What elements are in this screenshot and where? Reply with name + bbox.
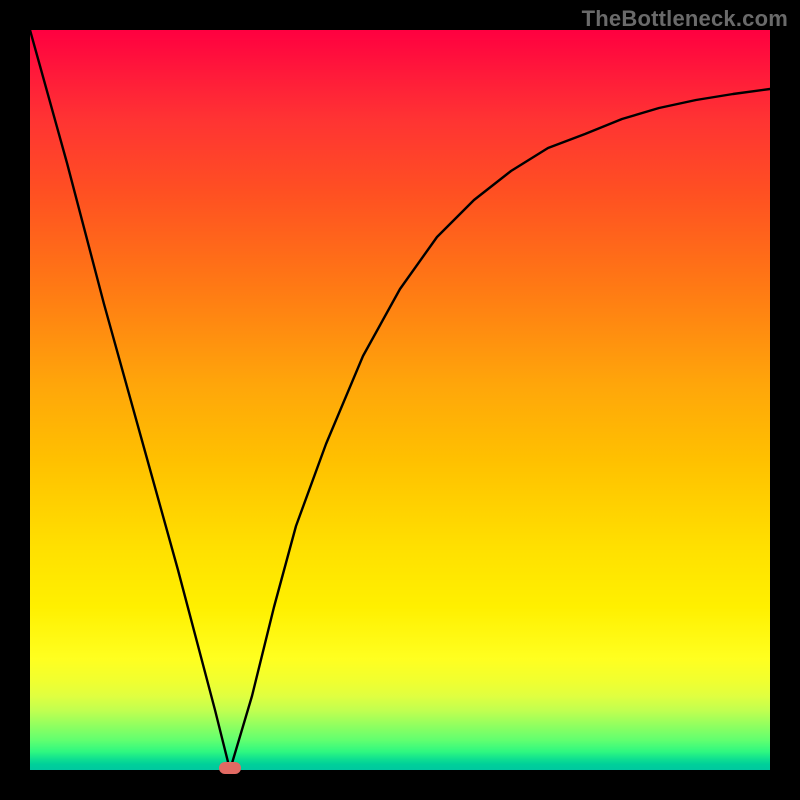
chart-frame: TheBottleneck.com — [0, 0, 800, 800]
watermark-text: TheBottleneck.com — [582, 6, 788, 32]
curve-path — [30, 30, 770, 770]
plot-area — [30, 30, 770, 770]
minimum-marker — [219, 762, 241, 774]
bottleneck-curve — [30, 30, 770, 770]
